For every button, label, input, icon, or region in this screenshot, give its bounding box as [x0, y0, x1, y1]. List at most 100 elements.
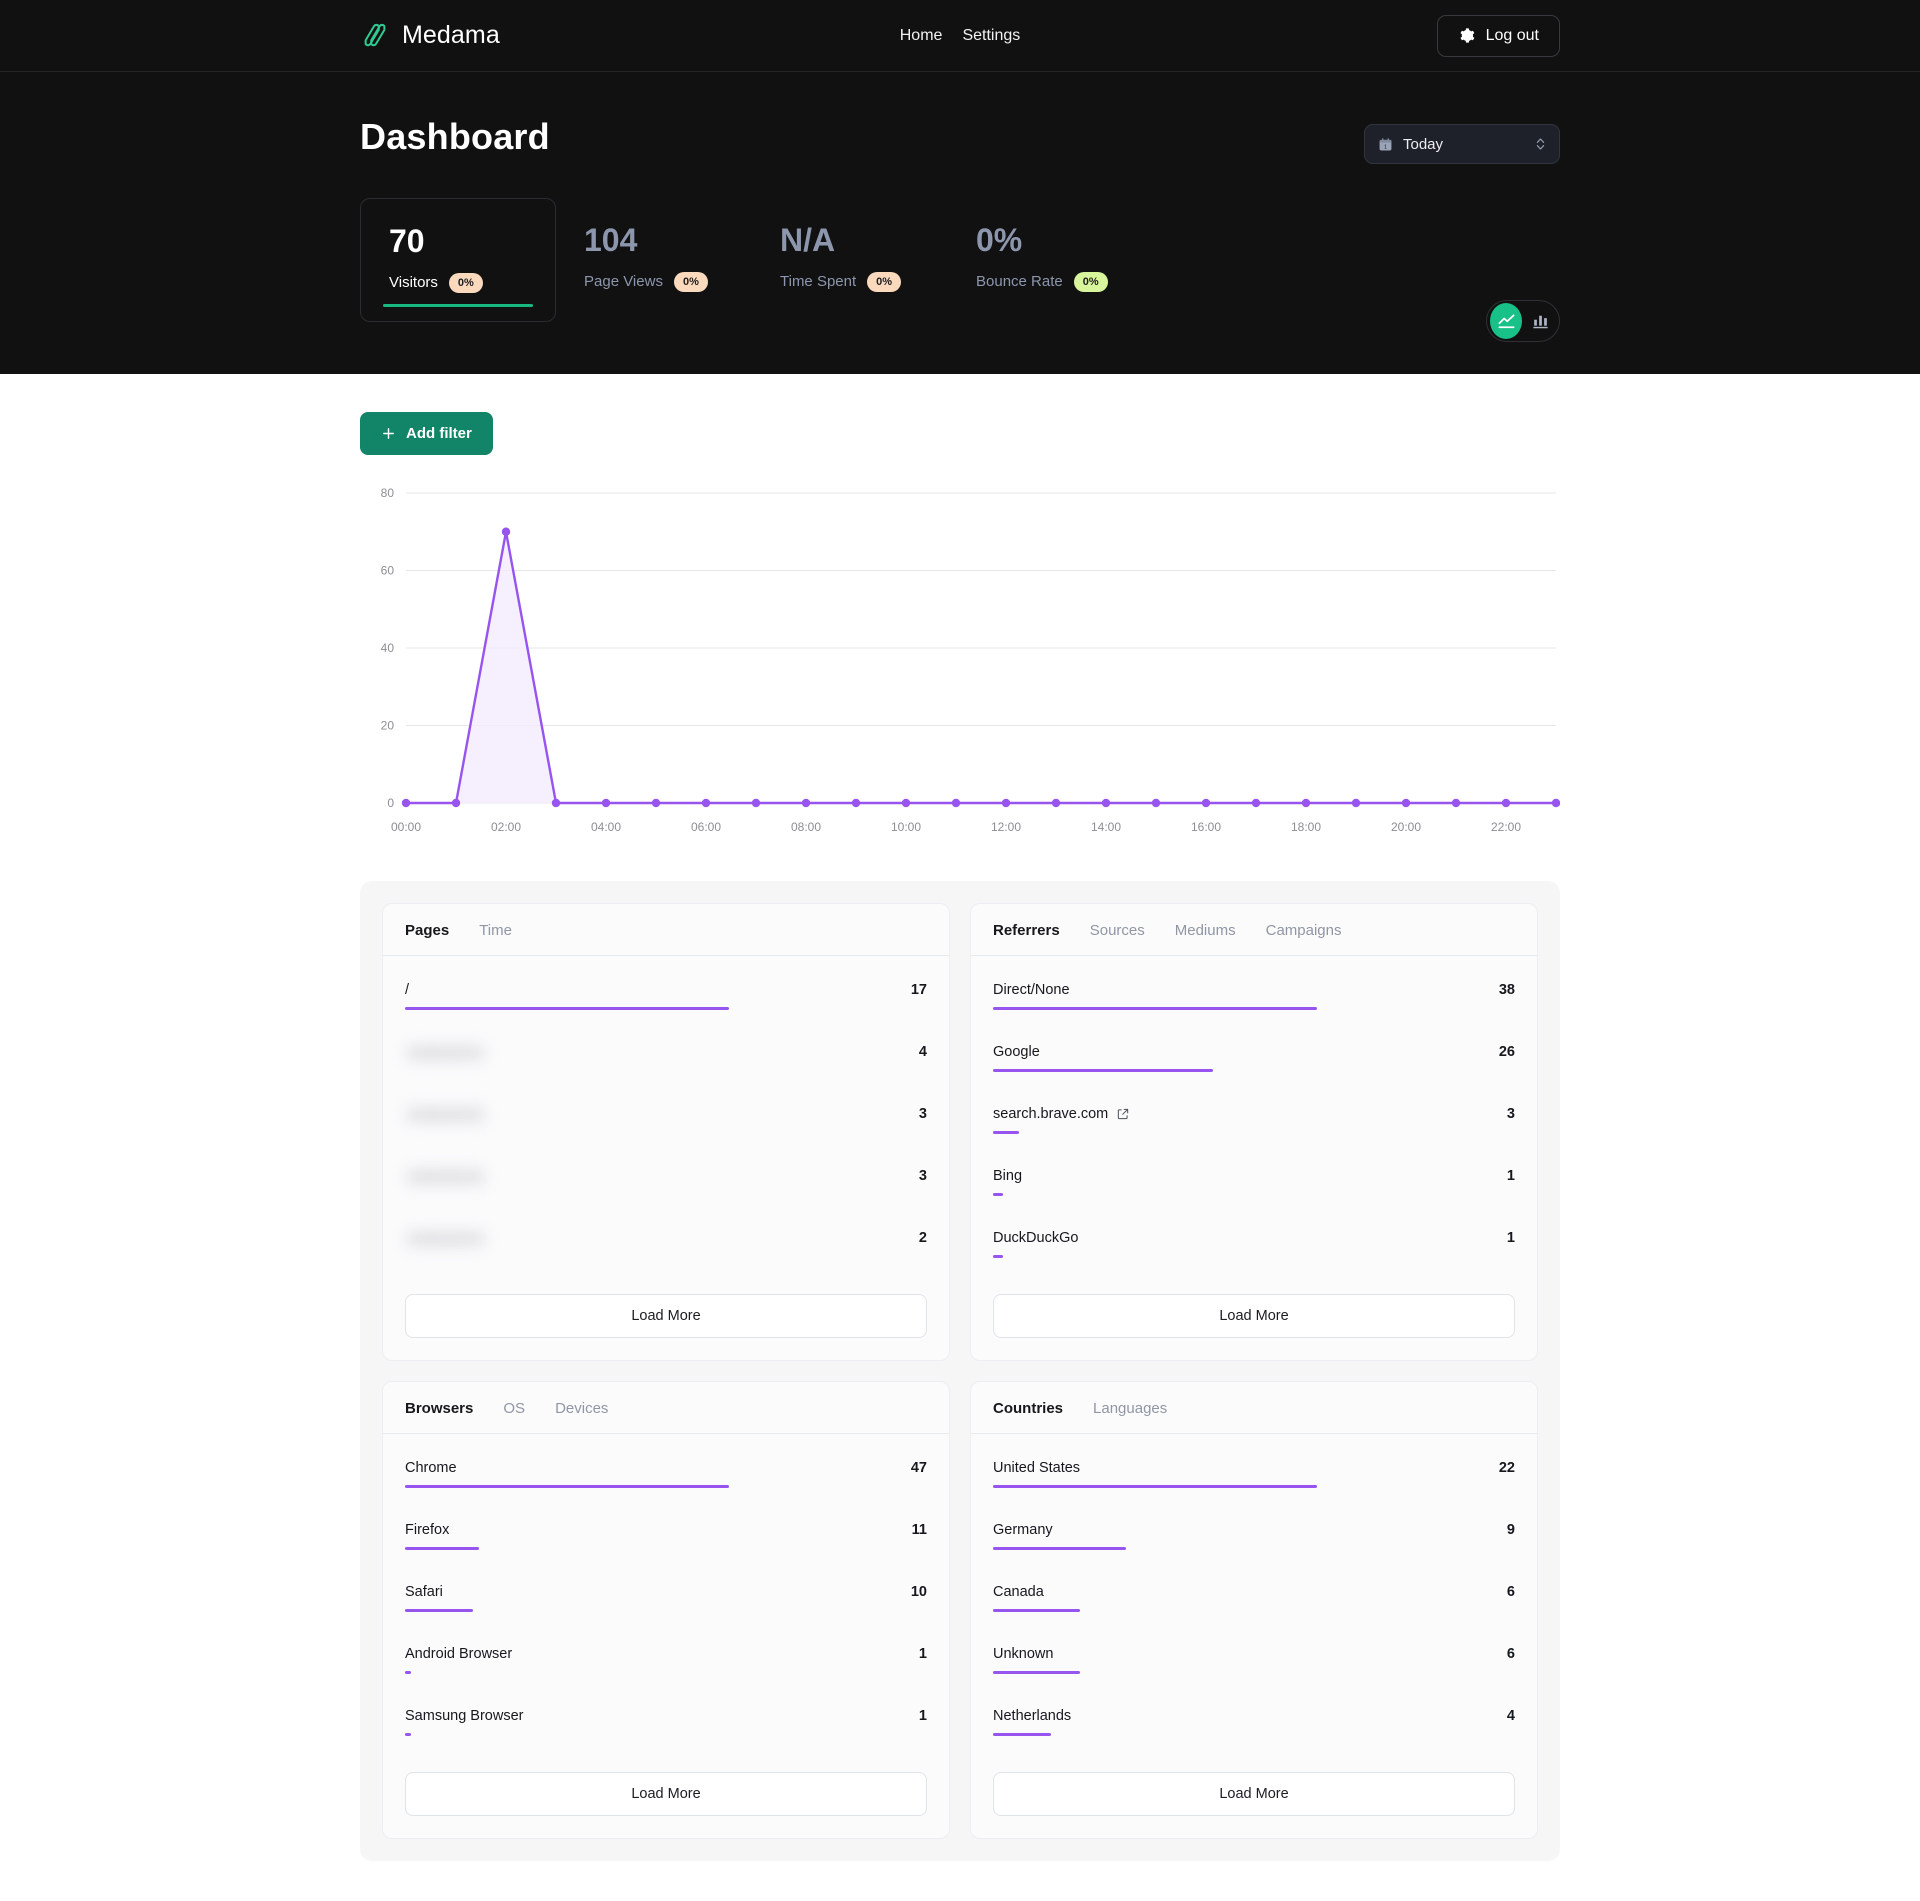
stat-card-bounce-rate[interactable]: 0% Bounce Rate 0%: [948, 198, 1144, 322]
toggle-bar-chart[interactable]: [1524, 303, 1556, 339]
table-row[interactable]: Direct/None 38: [993, 968, 1515, 1030]
logout-button[interactable]: Log out: [1436, 14, 1560, 57]
row-label: Netherlands: [993, 1707, 1072, 1724]
tab-languages[interactable]: Languages: [1093, 1400, 1167, 1417]
table-row[interactable]: / 17: [405, 968, 927, 1030]
tab-countries[interactable]: Countries: [993, 1400, 1063, 1417]
row-value: 3: [918, 1105, 927, 1122]
bar-chart-icon: [1532, 316, 1548, 329]
table-row[interactable]: Samsung Browser 1: [405, 1694, 927, 1756]
nav-link-settings[interactable]: Settings: [962, 27, 1020, 45]
row-bar: [405, 1608, 473, 1612]
table-row[interactable]: Canada 6: [993, 1570, 1515, 1632]
dark-header-region: Medama Home Settings Log out Dashboard 1: [0, 0, 1920, 374]
svg-text:10:00: 10:00: [891, 820, 921, 834]
row-bar: [405, 1732, 412, 1736]
table-row[interactable]: Safari 10: [405, 1570, 927, 1632]
row-label: /: [405, 981, 410, 998]
stat-badge: 0%: [673, 271, 708, 292]
row-value: 26: [1498, 1043, 1515, 1060]
table-row[interactable]: Google 26: [993, 1030, 1515, 1092]
stat-card-time-spent[interactable]: N/A Time Spent 0%: [752, 198, 948, 322]
row-value: 22: [1498, 1459, 1515, 1476]
row-label: Firefox: [405, 1521, 450, 1538]
tab-devices[interactable]: Devices: [555, 1400, 608, 1417]
svg-text:08:00: 08:00: [791, 820, 821, 834]
stat-card-page-views[interactable]: 104 Page Views 0%: [556, 198, 752, 322]
tab-time[interactable]: Time: [479, 922, 512, 939]
load-more-button[interactable]: Load More: [405, 1293, 927, 1338]
panel-rows: Direct/None 38 Google 26 search.brave.co…: [971, 956, 1537, 1284]
table-row[interactable]: Chrome 47: [405, 1446, 927, 1508]
table-row[interactable]: United States 22: [993, 1446, 1515, 1508]
tab-sources[interactable]: Sources: [1090, 922, 1145, 939]
row-value: 4: [918, 1043, 927, 1060]
table-row[interactable]: redacted-3 3: [405, 1154, 927, 1216]
table-row[interactable]: search.brave.com 3: [993, 1092, 1515, 1154]
row-value: 3: [918, 1167, 927, 1184]
tab-campaigns[interactable]: Campaigns: [1266, 922, 1342, 939]
row-value: 1: [918, 1645, 927, 1662]
table-row[interactable]: Bing 1: [993, 1154, 1515, 1216]
table-row[interactable]: Unknown 6: [993, 1632, 1515, 1694]
chevron-updown-icon: [1536, 138, 1545, 150]
svg-text:16:00: 16:00: [1191, 820, 1221, 834]
panel-tabs: Pages Time: [383, 904, 949, 956]
table-row[interactable]: redacted-1 4: [405, 1030, 927, 1092]
add-filter-button[interactable]: Add filter: [360, 411, 493, 455]
panel-tabs: Countries Languages: [971, 1382, 1537, 1434]
brand[interactable]: Medama: [360, 21, 500, 51]
table-row[interactable]: redacted-2 3: [405, 1092, 927, 1154]
row-value: 6: [1506, 1583, 1515, 1600]
row-label: Safari: [405, 1583, 443, 1600]
tab-mediums[interactable]: Mediums: [1175, 922, 1236, 939]
stat-value: 70: [389, 223, 425, 259]
tab-browsers[interactable]: Browsers: [405, 1400, 473, 1417]
table-row[interactable]: Firefox 11: [405, 1508, 927, 1570]
row-bar: [993, 1546, 1126, 1550]
tab-referrers[interactable]: Referrers: [993, 922, 1060, 939]
load-more-button[interactable]: Load More: [993, 1293, 1515, 1338]
table-row[interactable]: Netherlands 4: [993, 1694, 1515, 1756]
visitors-chart-svg: 0 20 40 60 80 00:00 02:00 04:00 06:00 08:00 10:00 1…: [381, 486, 1560, 834]
row-label: redacted-3: [405, 1167, 487, 1186]
load-more-button[interactable]: Load More: [405, 1771, 927, 1816]
row-bar: [993, 1608, 1081, 1612]
nav-link-home[interactable]: Home: [900, 27, 943, 45]
row-label: Android Browser: [405, 1645, 513, 1662]
table-row[interactable]: redacted-4 2: [405, 1216, 927, 1278]
top-navigation-bar: Medama Home Settings Log out: [0, 0, 1920, 72]
row-label: Direct/None: [993, 981, 1070, 998]
table-row[interactable]: Germany 9: [993, 1508, 1515, 1570]
main-nav: Home Settings: [900, 27, 1021, 45]
period-selector[interactable]: 1 Today: [1364, 124, 1560, 164]
row-value: 3: [1506, 1105, 1515, 1122]
tab-os[interactable]: OS: [503, 1400, 525, 1417]
row-value: 38: [1498, 981, 1515, 998]
tab-pages[interactable]: Pages: [405, 922, 449, 939]
toggle-line-chart[interactable]: [1490, 302, 1522, 339]
table-row[interactable]: DuckDuckGo 1: [993, 1216, 1515, 1278]
external-link-icon[interactable]: [1116, 1107, 1130, 1121]
load-more-button[interactable]: Load More: [993, 1771, 1515, 1816]
row-bar: [993, 1732, 1052, 1736]
panel-rows: United States 22 Germany 9 Canada 6 Unkn…: [971, 1434, 1537, 1762]
medama-logo-icon: [364, 23, 386, 46]
row-value: 6: [1506, 1645, 1515, 1662]
table-row[interactable]: Android Browser 1: [405, 1632, 927, 1694]
row-value: 47: [910, 1459, 927, 1476]
row-label: Unknown: [993, 1645, 1054, 1662]
row-label: redacted-4: [405, 1229, 487, 1248]
visitors-chart[interactable]: 0 20 40 60 80 00:00 02:00 04:00 06:00 08:00 10:00 1…: [360, 479, 1560, 849]
stat-badge: 0%: [448, 272, 483, 293]
row-label: United States: [993, 1459, 1081, 1476]
row-bar: [993, 1192, 1003, 1196]
row-bar: [993, 1670, 1081, 1674]
svg-text:1: 1: [1384, 144, 1387, 150]
row-bar: [993, 1254, 1003, 1258]
page-title: Dashboard: [360, 116, 550, 157]
stat-value: N/A: [780, 222, 836, 258]
stat-card-visitors[interactable]: 70 Visitors 0%: [360, 198, 556, 322]
svg-text:22:00: 22:00: [1491, 820, 1521, 834]
svg-text:60: 60: [381, 563, 395, 577]
